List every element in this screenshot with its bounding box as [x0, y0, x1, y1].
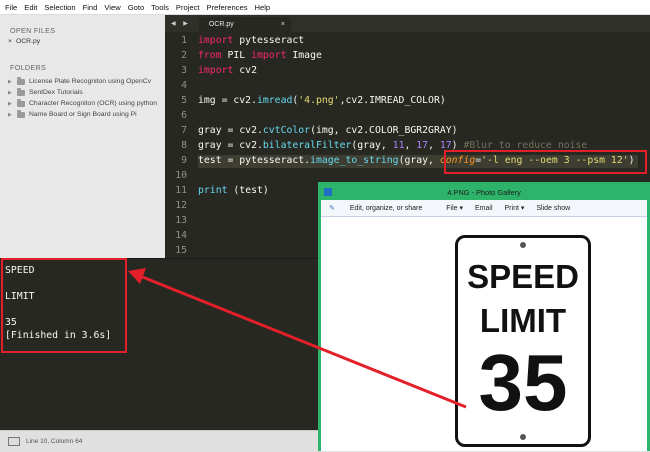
- annotation-arrow: [128, 268, 467, 409]
